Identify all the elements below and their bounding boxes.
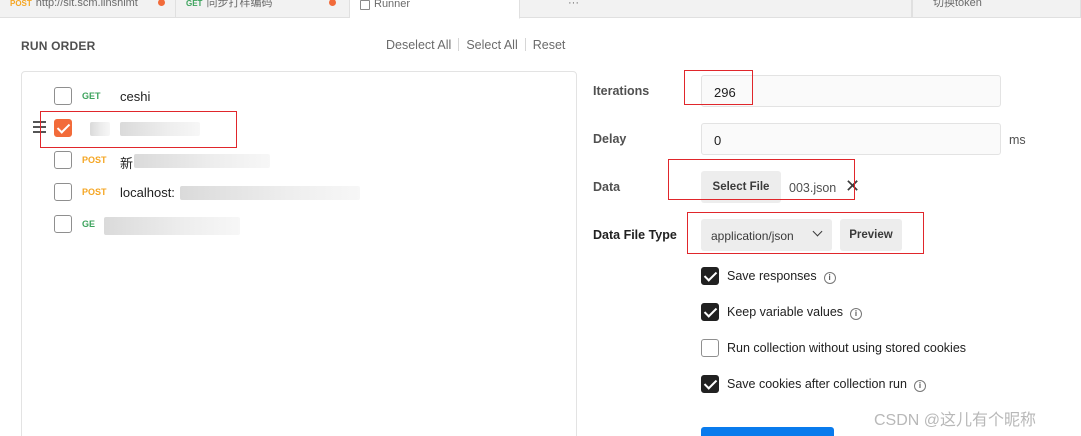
- redacted-text: [134, 154, 270, 168]
- tab-title: http://sit.scm.linshimt: [35, 0, 138, 9]
- tab-title: 切换token: [933, 0, 982, 9]
- method-badge: POST: [82, 155, 107, 165]
- deselect-all-button[interactable]: Deselect All: [386, 38, 451, 52]
- save-cookies-option[interactable]: Save cookies after collection run i: [701, 375, 961, 395]
- info-icon[interactable]: i: [823, 272, 836, 284]
- request-checkbox[interactable]: [54, 183, 72, 201]
- info-icon[interactable]: i: [913, 380, 926, 392]
- option-label-wrap: Save cookies after collection run i: [727, 377, 926, 392]
- tab-get-request[interactable]: GET 同步打样编码: [176, 0, 350, 18]
- method-badge: GE: [82, 219, 96, 229]
- method-badge: GET: [186, 0, 203, 8]
- save-cookies-checkbox[interactable]: [701, 375, 719, 393]
- highlight-box: [687, 212, 924, 254]
- option-label: Run collection without using stored cook…: [727, 341, 967, 355]
- request-row[interactable]: POST localhost:: [52, 183, 372, 203]
- redacted-text: [104, 217, 240, 235]
- request-checkbox[interactable]: [54, 87, 72, 105]
- request-name: 新: [120, 156, 134, 171]
- request-checkbox[interactable]: [54, 151, 72, 169]
- tab-more[interactable]: ···: [520, 0, 912, 18]
- select-all-button[interactable]: Select All: [466, 38, 517, 52]
- save-responses-checkbox[interactable]: [701, 267, 719, 285]
- tab-title: 同步打样编码: [206, 0, 273, 9]
- delay-unit: ms: [1009, 133, 1026, 147]
- request-row[interactable]: GET ceshi: [52, 87, 352, 107]
- tab-switch-token[interactable]: 切换token: [912, 0, 1081, 18]
- delay-label: Delay: [593, 132, 627, 146]
- option-label-wrap: Save responses i: [727, 269, 836, 284]
- option-label-wrap: Keep variable values i: [727, 305, 863, 320]
- redacted-text: [180, 186, 360, 200]
- tab-post-request[interactable]: POST http://sit.scm.linshimt: [0, 0, 176, 18]
- iterations-label: Iterations: [593, 84, 650, 98]
- option-label-wrap: Run collection without using stored cook…: [727, 341, 966, 355]
- request-name: ceshi: [120, 89, 151, 104]
- run-order-heading: RUN ORDER: [21, 39, 96, 53]
- request-row[interactable]: GE: [52, 215, 372, 235]
- keep-variable-values-option[interactable]: Keep variable values i: [701, 303, 901, 323]
- tab-title: ···: [568, 0, 579, 9]
- save-responses-option[interactable]: Save responses i: [701, 267, 901, 287]
- method-badge: GET: [82, 91, 101, 101]
- unsaved-dot-icon: [329, 0, 336, 6]
- delay-input[interactable]: 0: [701, 123, 1001, 155]
- divider: [524, 38, 526, 51]
- data-label: Data: [593, 180, 621, 194]
- run-collection-button[interactable]: [701, 427, 834, 436]
- data-file-type-label: Data File Type: [593, 228, 677, 242]
- unsaved-dot-icon: [158, 0, 165, 6]
- info-icon[interactable]: i: [850, 308, 863, 320]
- option-label: Keep variable values: [727, 305, 844, 319]
- method-badge: POST: [82, 187, 107, 197]
- tab-bar: POST http://sit.scm.linshimt GET 同步打样编码 Ru…: [0, 0, 1081, 19]
- request-checkbox[interactable]: [54, 215, 72, 233]
- highlight-box: [668, 159, 855, 200]
- request-row[interactable]: POST 新: [52, 151, 372, 171]
- option-label: Save cookies after collection run: [727, 377, 907, 391]
- run-order-actions: Deselect All Select All Reset: [386, 38, 565, 52]
- request-name: localhost:: [120, 185, 175, 200]
- keep-variable-values-checkbox[interactable]: [701, 303, 719, 321]
- watermark: CSDN @这儿有个昵称: [874, 412, 1037, 429]
- option-label: Save responses: [727, 269, 817, 283]
- method-badge: POST: [10, 0, 32, 8]
- tab-title: Runner: [374, 0, 411, 10]
- reset-button[interactable]: Reset: [533, 38, 566, 52]
- run-without-cookies-checkbox[interactable]: [701, 339, 719, 357]
- divider: [458, 38, 460, 51]
- run-without-cookies-option[interactable]: Run collection without using stored cook…: [701, 339, 1001, 359]
- highlight-box: [40, 111, 237, 148]
- runner-icon: [360, 0, 370, 10]
- tab-runner[interactable]: Runner: [350, 0, 520, 19]
- highlight-box: [684, 70, 753, 105]
